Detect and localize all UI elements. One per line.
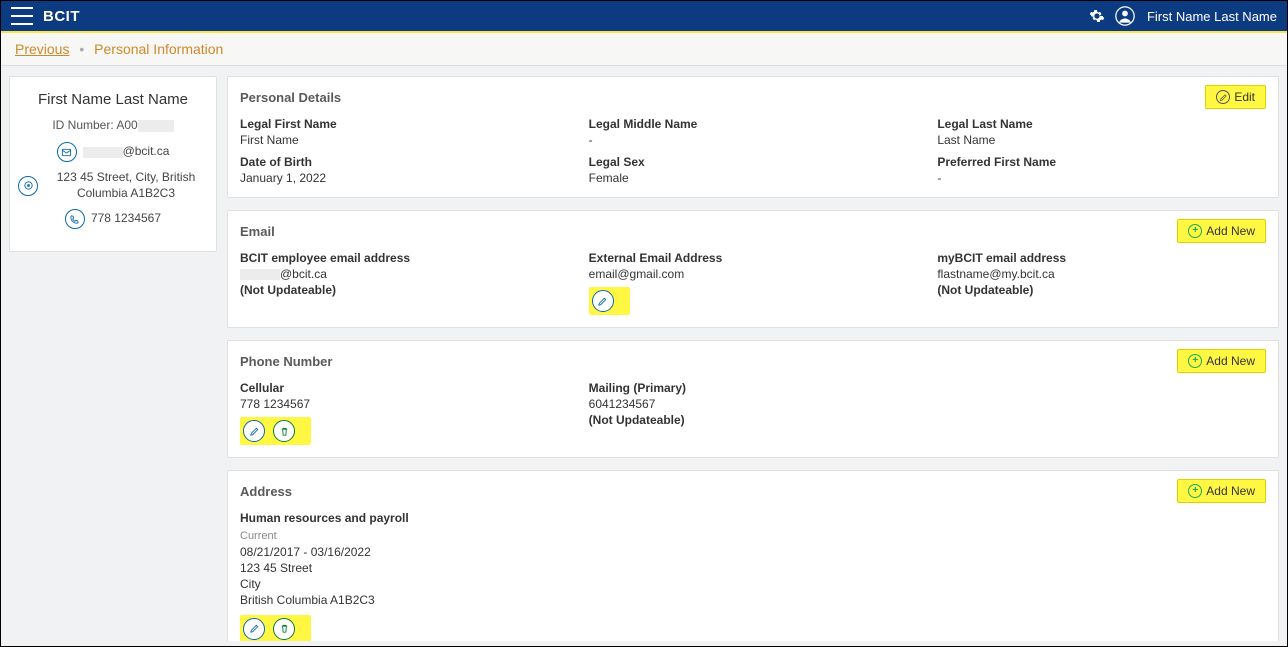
bcit-email-masked	[240, 269, 280, 280]
legal-first-label: Legal First Name	[240, 117, 569, 131]
sex-value: Female	[589, 171, 918, 185]
bcit-email-suffix: @bcit.ca	[280, 267, 327, 281]
legal-first-value: First Name	[240, 133, 569, 147]
plus-icon: +	[1188, 484, 1202, 498]
menu-icon[interactable]	[11, 7, 33, 25]
legal-middle-label: Legal Middle Name	[589, 117, 918, 131]
top-navbar: BCIT First Name Last Name	[1, 1, 1287, 33]
panel-address: Address + Add New Human resources and pa…	[227, 470, 1279, 641]
pencil-icon	[1216, 90, 1230, 104]
cell-label: Cellular	[240, 381, 569, 395]
phone-icon	[65, 209, 85, 229]
current-region: British Columbia A1B2C3	[240, 592, 1266, 608]
add-phone-button[interactable]: + Add New	[1177, 349, 1266, 373]
delete-cell-button[interactable]	[273, 420, 295, 442]
delete-current-address-button[interactable]	[273, 618, 295, 640]
legal-middle-value: -	[589, 133, 918, 147]
topbar-username[interactable]: First Name Last Name	[1147, 9, 1277, 24]
edit-cell-button[interactable]	[243, 420, 265, 442]
mail-icon	[57, 142, 77, 162]
preferred-label: Preferred First Name	[937, 155, 1266, 169]
panel-email: Email + Add New BCIT employee email addr…	[227, 210, 1279, 328]
current-street: 123 45 Street	[240, 560, 1266, 576]
breadcrumb-previous[interactable]: Previous	[15, 41, 69, 57]
panel-personal-details: Personal Details Edit Legal First Name F…	[227, 76, 1279, 198]
mybcit-email-note: (Not Updateable)	[937, 283, 1266, 297]
personal-title: Personal Details	[240, 90, 341, 105]
settings-icon[interactable]	[1083, 8, 1111, 24]
external-email-label: External Email Address	[589, 251, 918, 265]
sex-label: Legal Sex	[589, 155, 918, 169]
bcit-email-label: BCIT employee email address	[240, 251, 569, 265]
plus-icon: +	[1188, 354, 1202, 368]
bcit-email-note: (Not Updateable)	[240, 283, 569, 297]
mybcit-email-value: flastname@my.bcit.ca	[937, 267, 1266, 281]
mailing-label: Mailing (Primary)	[589, 381, 918, 395]
edit-personal-button[interactable]: Edit	[1205, 85, 1266, 109]
profile-name: First Name Last Name	[18, 91, 208, 108]
location-icon	[18, 176, 38, 196]
legal-last-value: Last Name	[937, 133, 1266, 147]
dob-value: January 1, 2022	[240, 171, 569, 185]
preferred-value: -	[937, 171, 1266, 185]
profile-id-masked	[138, 120, 174, 132]
plus-icon: +	[1188, 224, 1202, 238]
cell-value: 778 1234567	[240, 397, 569, 411]
breadcrumb-current: Personal Information	[94, 41, 223, 57]
profile-id-label: ID Number: A00	[52, 118, 137, 132]
address-title: Address	[240, 484, 292, 499]
mybcit-email-label: myBCIT email address	[937, 251, 1266, 265]
profile-address: 123 45 Street, City, British Columbia A1…	[44, 170, 208, 201]
mailing-note: (Not Updateable)	[589, 413, 918, 427]
edit-current-address-button[interactable]	[243, 618, 265, 640]
external-email-value: email@gmail.com	[589, 267, 918, 281]
add-email-button[interactable]: + Add New	[1177, 219, 1266, 243]
profile-phone: 778 1234567	[91, 211, 161, 227]
profile-card: First Name Last Name ID Number: A00 @bci…	[9, 76, 217, 252]
breadcrumb-separator: •	[79, 41, 84, 57]
add-address-button[interactable]: + Add New	[1177, 479, 1266, 503]
breadcrumb: Previous • Personal Information	[1, 33, 1287, 66]
profile-email-masked	[83, 147, 123, 158]
mailing-value: 6041234567	[589, 397, 918, 411]
profile-email-suffix: @bcit.ca	[123, 144, 170, 158]
hr-payroll-label: Human resources and payroll	[240, 511, 1266, 525]
legal-last-label: Legal Last Name	[937, 117, 1266, 131]
current-city: City	[240, 576, 1266, 592]
email-title: Email	[240, 224, 275, 239]
current-dates: 08/21/2017 - 03/16/2022	[240, 544, 1266, 560]
current-tag: Current	[240, 529, 1266, 544]
phone-title: Phone Number	[240, 354, 332, 369]
dob-label: Date of Birth	[240, 155, 569, 169]
panel-phone: Phone Number + Add New Cellular 778 1234…	[227, 340, 1279, 458]
user-avatar-icon[interactable]	[1111, 6, 1139, 26]
brand-text: BCIT	[43, 8, 80, 25]
edit-external-email-button[interactable]	[592, 290, 614, 312]
